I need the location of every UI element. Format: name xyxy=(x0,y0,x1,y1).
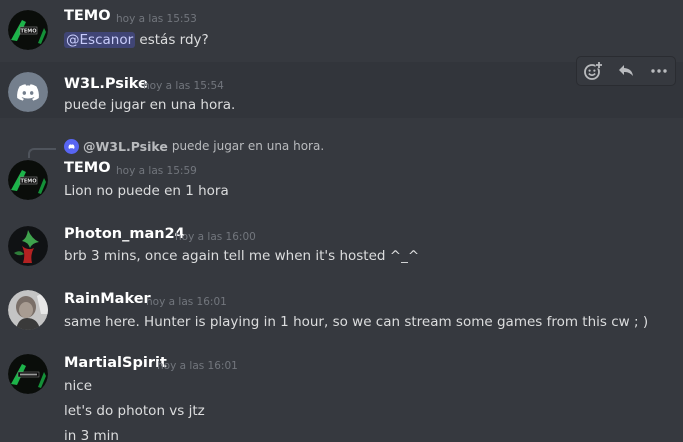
username[interactable]: RainMaker xyxy=(64,291,151,307)
avatar[interactable] xyxy=(8,290,48,330)
message-line: nice xyxy=(64,378,93,394)
reply-button[interactable] xyxy=(613,58,639,84)
reply-icon xyxy=(618,65,633,76)
avatar[interactable] xyxy=(8,226,48,266)
svg-text:TEMO: TEMO xyxy=(20,29,36,35)
message-group: Photon_man24 hoy a las 16:00 brb 3 mins,… xyxy=(0,222,683,278)
username[interactable]: Photon_man24 xyxy=(64,226,185,242)
avatar[interactable]: TEMO xyxy=(8,160,48,200)
message-text: same here. Hunter is playing in 1 hour, … xyxy=(64,314,649,330)
add-reaction-icon xyxy=(584,61,603,80)
more-options-button[interactable] xyxy=(646,58,672,84)
username[interactable]: TEMO xyxy=(64,8,111,24)
avatar[interactable] xyxy=(8,354,48,394)
message-text: brb 3 mins, once again tell me when it's… xyxy=(64,248,420,264)
user-mention[interactable]: @Escanor xyxy=(64,32,136,48)
username[interactable]: TEMO xyxy=(64,160,111,176)
more-icon xyxy=(650,69,667,73)
timestamp: hoy a las 15:59 xyxy=(116,165,197,177)
reply-author-avatar xyxy=(64,138,79,154)
reply-author-name[interactable]: @W3L.Psike xyxy=(83,139,168,154)
timestamp: hoy a las 15:53 xyxy=(116,13,197,25)
timestamp: hoy a las 16:01 xyxy=(146,296,227,308)
add-reaction-button[interactable] xyxy=(580,58,606,84)
replied-message-preview[interactable]: @W3L.Psike puede jugar en una hora. xyxy=(64,138,324,154)
username[interactable]: W3L.Psike xyxy=(64,76,148,92)
chat-messages: TEMO TEMO hoy a las 15:53 @Escanor estás… xyxy=(0,0,683,442)
message-text: estás rdy? xyxy=(139,32,209,48)
message-text: Lion no puede en 1 hora xyxy=(64,183,229,199)
message-text: puede jugar en una hora. xyxy=(64,97,236,113)
avatar[interactable]: TEMO xyxy=(8,10,48,50)
message-line: let's do photon vs jtz xyxy=(64,403,205,419)
message-group: RainMaker hoy a las 16:01 same here. Hun… xyxy=(0,288,683,344)
message-group: TEMO TEMO hoy a las 15:59 Lion no puede … xyxy=(0,156,683,206)
message-actions-toolbar xyxy=(576,56,676,86)
timestamp: hoy a las 15:54 xyxy=(143,80,224,92)
username[interactable]: MartialSpirit xyxy=(64,355,167,371)
timestamp: hoy a las 16:00 xyxy=(175,231,256,243)
message-line: in 3 min xyxy=(64,428,119,442)
message-group: TEMO TEMO hoy a las 15:53 @Escanor estás… xyxy=(0,0,683,58)
message-content: @Escanor estás rdy? xyxy=(64,32,209,48)
svg-text:TEMO: TEMO xyxy=(20,179,36,185)
avatar[interactable] xyxy=(8,72,48,112)
message-group: MartialSpirit hoy a las 16:01 nice let's… xyxy=(0,350,683,442)
reply-excerpt: puede jugar en una hora. xyxy=(171,139,325,153)
timestamp: hoy a las 16:01 xyxy=(157,360,238,372)
